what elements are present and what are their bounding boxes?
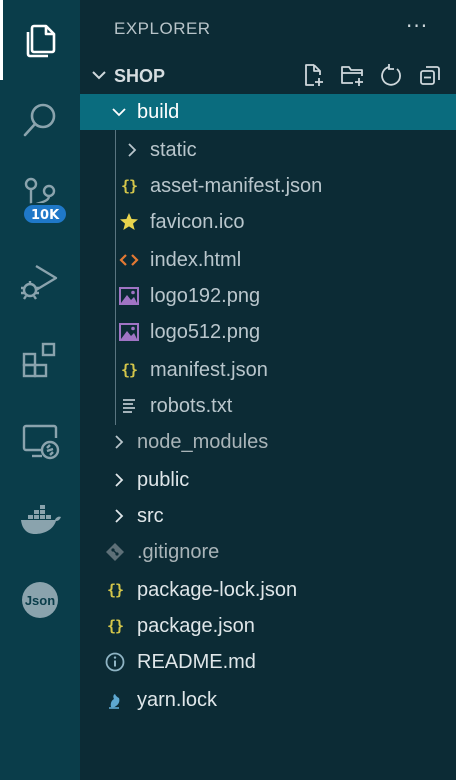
workspace-title: SHOP bbox=[114, 66, 166, 86]
run-debug-activity-button[interactable] bbox=[0, 240, 80, 320]
chevron-down-icon bbox=[92, 71, 106, 80]
json-activity-button[interactable]: Json bbox=[0, 560, 80, 640]
remote-explorer-icon bbox=[22, 424, 60, 460]
image-file-icon bbox=[119, 323, 139, 341]
tree-item-label: build bbox=[137, 101, 180, 123]
tree-item-label: package.json bbox=[137, 615, 255, 637]
tree-item-node-modules[interactable]: node_modules bbox=[80, 424, 456, 460]
info-icon bbox=[105, 652, 125, 672]
yarn-icon bbox=[109, 694, 120, 709]
workspace-section-header[interactable]: SHOP bbox=[80, 58, 456, 94]
docker-icon bbox=[21, 505, 61, 534]
files-icon bbox=[26, 24, 56, 58]
tree-item-robots[interactable]: robots.txt bbox=[80, 388, 456, 424]
tree-item-label: README.md bbox=[137, 651, 256, 673]
tree-item-label: logo192.png bbox=[150, 285, 261, 307]
chevron-right-icon bbox=[115, 473, 124, 487]
tree-item-label: manifest.json bbox=[150, 359, 268, 381]
tree-item-label: yarn.lock bbox=[137, 689, 218, 711]
tree-item-index-html[interactable]: index.html bbox=[80, 242, 456, 278]
tree-item-label: static bbox=[150, 139, 197, 161]
json-file-icon: {} bbox=[106, 617, 124, 635]
tree-item-label: index.html bbox=[150, 249, 242, 271]
tree-item-label: robots.txt bbox=[150, 395, 233, 417]
tree-item-asset-manifest[interactable]: {} asset-manifest.json bbox=[80, 168, 456, 204]
tree-item-public[interactable]: public bbox=[80, 462, 456, 498]
explorer-sidebar: EXPLORER ··· SHOP build static {} asset-… bbox=[80, 0, 456, 780]
new-file-icon[interactable] bbox=[300, 62, 326, 88]
new-folder-icon[interactable] bbox=[339, 62, 365, 88]
image-file-icon bbox=[119, 287, 139, 305]
tree-item-label: .gitignore bbox=[137, 541, 220, 563]
tree-item-label: public bbox=[137, 469, 190, 491]
chevron-right-icon bbox=[128, 143, 137, 157]
text-file-icon bbox=[123, 399, 135, 413]
tree-item-logo192[interactable]: logo192.png bbox=[80, 278, 456, 314]
chevron-right-icon bbox=[115, 509, 124, 523]
remote-explorer-activity-button[interactable] bbox=[0, 400, 80, 480]
tree-item-static[interactable]: static bbox=[80, 132, 456, 168]
tree-item-favicon[interactable]: favicon.ico bbox=[80, 204, 456, 240]
tree-item-label: favicon.ico bbox=[150, 211, 245, 233]
json-icon: Json bbox=[22, 582, 58, 618]
star-icon bbox=[120, 213, 138, 230]
explorer-activity-button[interactable] bbox=[0, 0, 80, 80]
run-debug-icon bbox=[21, 264, 58, 300]
docker-activity-button[interactable] bbox=[0, 480, 80, 560]
tree-item-readme[interactable]: README.md bbox=[80, 644, 456, 680]
tree-item-package-json[interactable]: {} package.json bbox=[80, 608, 456, 644]
tree-item-gitignore[interactable]: .gitignore bbox=[80, 534, 456, 570]
tree-item-src[interactable]: src bbox=[80, 498, 456, 534]
extensions-activity-button[interactable] bbox=[0, 320, 80, 400]
tree-item-label: package-lock.json bbox=[137, 579, 298, 601]
json-file-icon: {} bbox=[120, 177, 138, 195]
tree-item-package-lock[interactable]: {} package-lock.json bbox=[80, 572, 456, 608]
chevron-right-icon bbox=[115, 435, 124, 449]
search-icon bbox=[23, 103, 56, 137]
search-activity-button[interactable] bbox=[0, 80, 80, 160]
tree-item-yarn-lock[interactable]: yarn.lock bbox=[80, 682, 456, 718]
explorer-title: EXPLORER bbox=[114, 19, 211, 38]
tree-item-label: logo512.png bbox=[150, 321, 261, 343]
tree-item-label: asset-manifest.json bbox=[150, 175, 323, 197]
collapse-all-icon[interactable] bbox=[417, 62, 443, 88]
tree-item-label: node_modules bbox=[137, 431, 269, 453]
extensions-icon bbox=[22, 342, 56, 378]
html-file-icon bbox=[119, 254, 139, 266]
more-actions-icon[interactable]: ··· bbox=[406, 14, 432, 44]
refresh-icon[interactable] bbox=[378, 62, 404, 88]
json-icon-text: Json bbox=[25, 593, 55, 608]
tree-item-manifest[interactable]: {} manifest.json bbox=[80, 352, 456, 388]
json-file-icon: {} bbox=[106, 581, 124, 599]
section-actions bbox=[300, 62, 443, 90]
activity-bar: 10K Json bbox=[0, 0, 80, 780]
tree-item-build[interactable]: build bbox=[80, 94, 456, 130]
json-file-icon: {} bbox=[120, 361, 138, 379]
git-icon bbox=[106, 543, 124, 561]
tree-item-label: src bbox=[137, 505, 164, 527]
source-control-badge: 10K bbox=[22, 203, 69, 225]
tree-item-logo512[interactable]: logo512.png bbox=[80, 314, 456, 350]
chevron-down-icon bbox=[112, 108, 126, 117]
